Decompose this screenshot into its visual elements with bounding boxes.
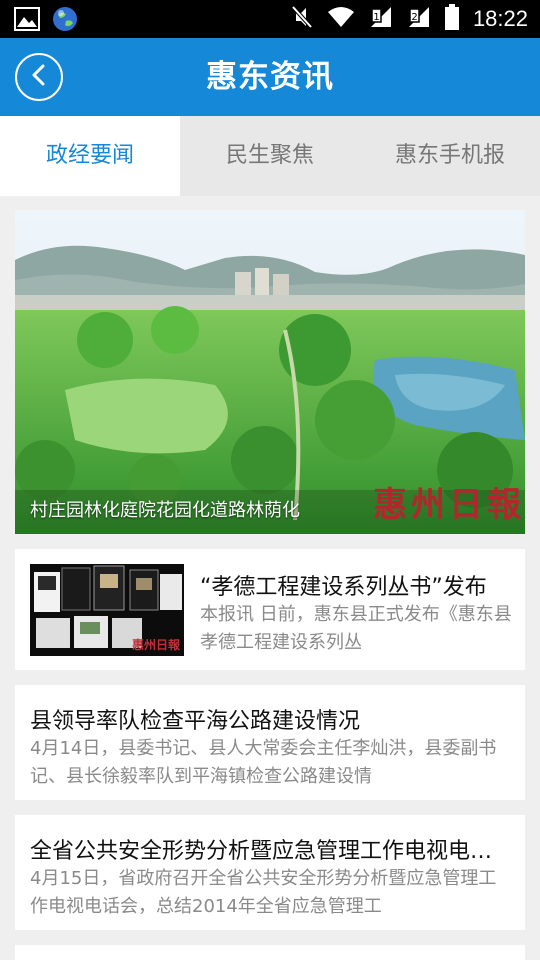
status-bar: 1 2 18:22 xyxy=(0,0,540,38)
category-tabs: 政经要闻 民生聚焦 惠东手机报 xyxy=(0,116,540,196)
banner-caption: 村庄园林化庭院花园化道路林荫化 xyxy=(30,500,300,521)
headline-banner[interactable]: 村庄园林化庭院花园化道路林荫化 惠州日報 xyxy=(15,210,525,534)
news-item[interactable]: 惠州日報 “孝德工程建设系列丛书”发布 本报讯 日前，惠东县正式发布《惠东县孝德… xyxy=(15,549,525,670)
news-title: 县领导率队检查平海公路建设情况 xyxy=(30,709,361,734)
news-item[interactable]: 全省公共安全形势分析暨应急管理工作电视电话会 4月15日，省政府召开全省公共安全… xyxy=(15,815,525,930)
thumbnail-watermark: 惠州日報 xyxy=(131,638,180,652)
news-title: 全省公共安全形势分析暨应急管理工作电视电话会 xyxy=(30,839,512,864)
tab-mobile-paper[interactable]: 惠东手机报 xyxy=(360,116,540,196)
globe-icon xyxy=(52,6,78,36)
news-title: “孝德工程建设系列丛书”发布 xyxy=(200,575,487,600)
banner-watermark: 惠州日報 xyxy=(373,485,525,525)
svg-text:1: 1 xyxy=(373,12,379,23)
sim1-signal-icon: 1 xyxy=(369,5,393,33)
news-item[interactable] xyxy=(15,945,525,960)
news-thumbnail: 惠州日報 xyxy=(30,564,184,656)
svg-text:2: 2 xyxy=(411,12,417,23)
news-summary: 4月15日，省政府召开全省公共安全形势分析暨应急管理工作电视电话会，总结2014… xyxy=(30,868,497,917)
app-header: 惠东资讯 xyxy=(0,38,540,116)
sim2-signal-icon: 2 xyxy=(407,5,431,33)
tab-livelihood[interactable]: 民生聚焦 xyxy=(180,116,360,196)
news-summary: 4月14日，县委书记、县人大常委会主任李灿洪，县委副书记、县长徐毅率队到平海镇检… xyxy=(30,738,497,787)
battery-icon xyxy=(444,4,459,34)
tab-politics-economy[interactable]: 政经要闻 xyxy=(0,116,180,196)
mute-icon xyxy=(291,4,313,34)
clock-time: 18:22 xyxy=(472,6,528,31)
news-item[interactable]: 县领导率队检查平海公路建设情况 4月14日，县委书记、县人大常委会主任李灿洪，县… xyxy=(15,685,525,800)
wifi-icon xyxy=(327,6,355,32)
page-title: 惠东资讯 xyxy=(206,59,334,95)
news-summary: 本报讯 日前，惠东县正式发布《惠东县孝德工程建设系列丛 xyxy=(200,604,512,653)
image-icon xyxy=(14,7,40,35)
